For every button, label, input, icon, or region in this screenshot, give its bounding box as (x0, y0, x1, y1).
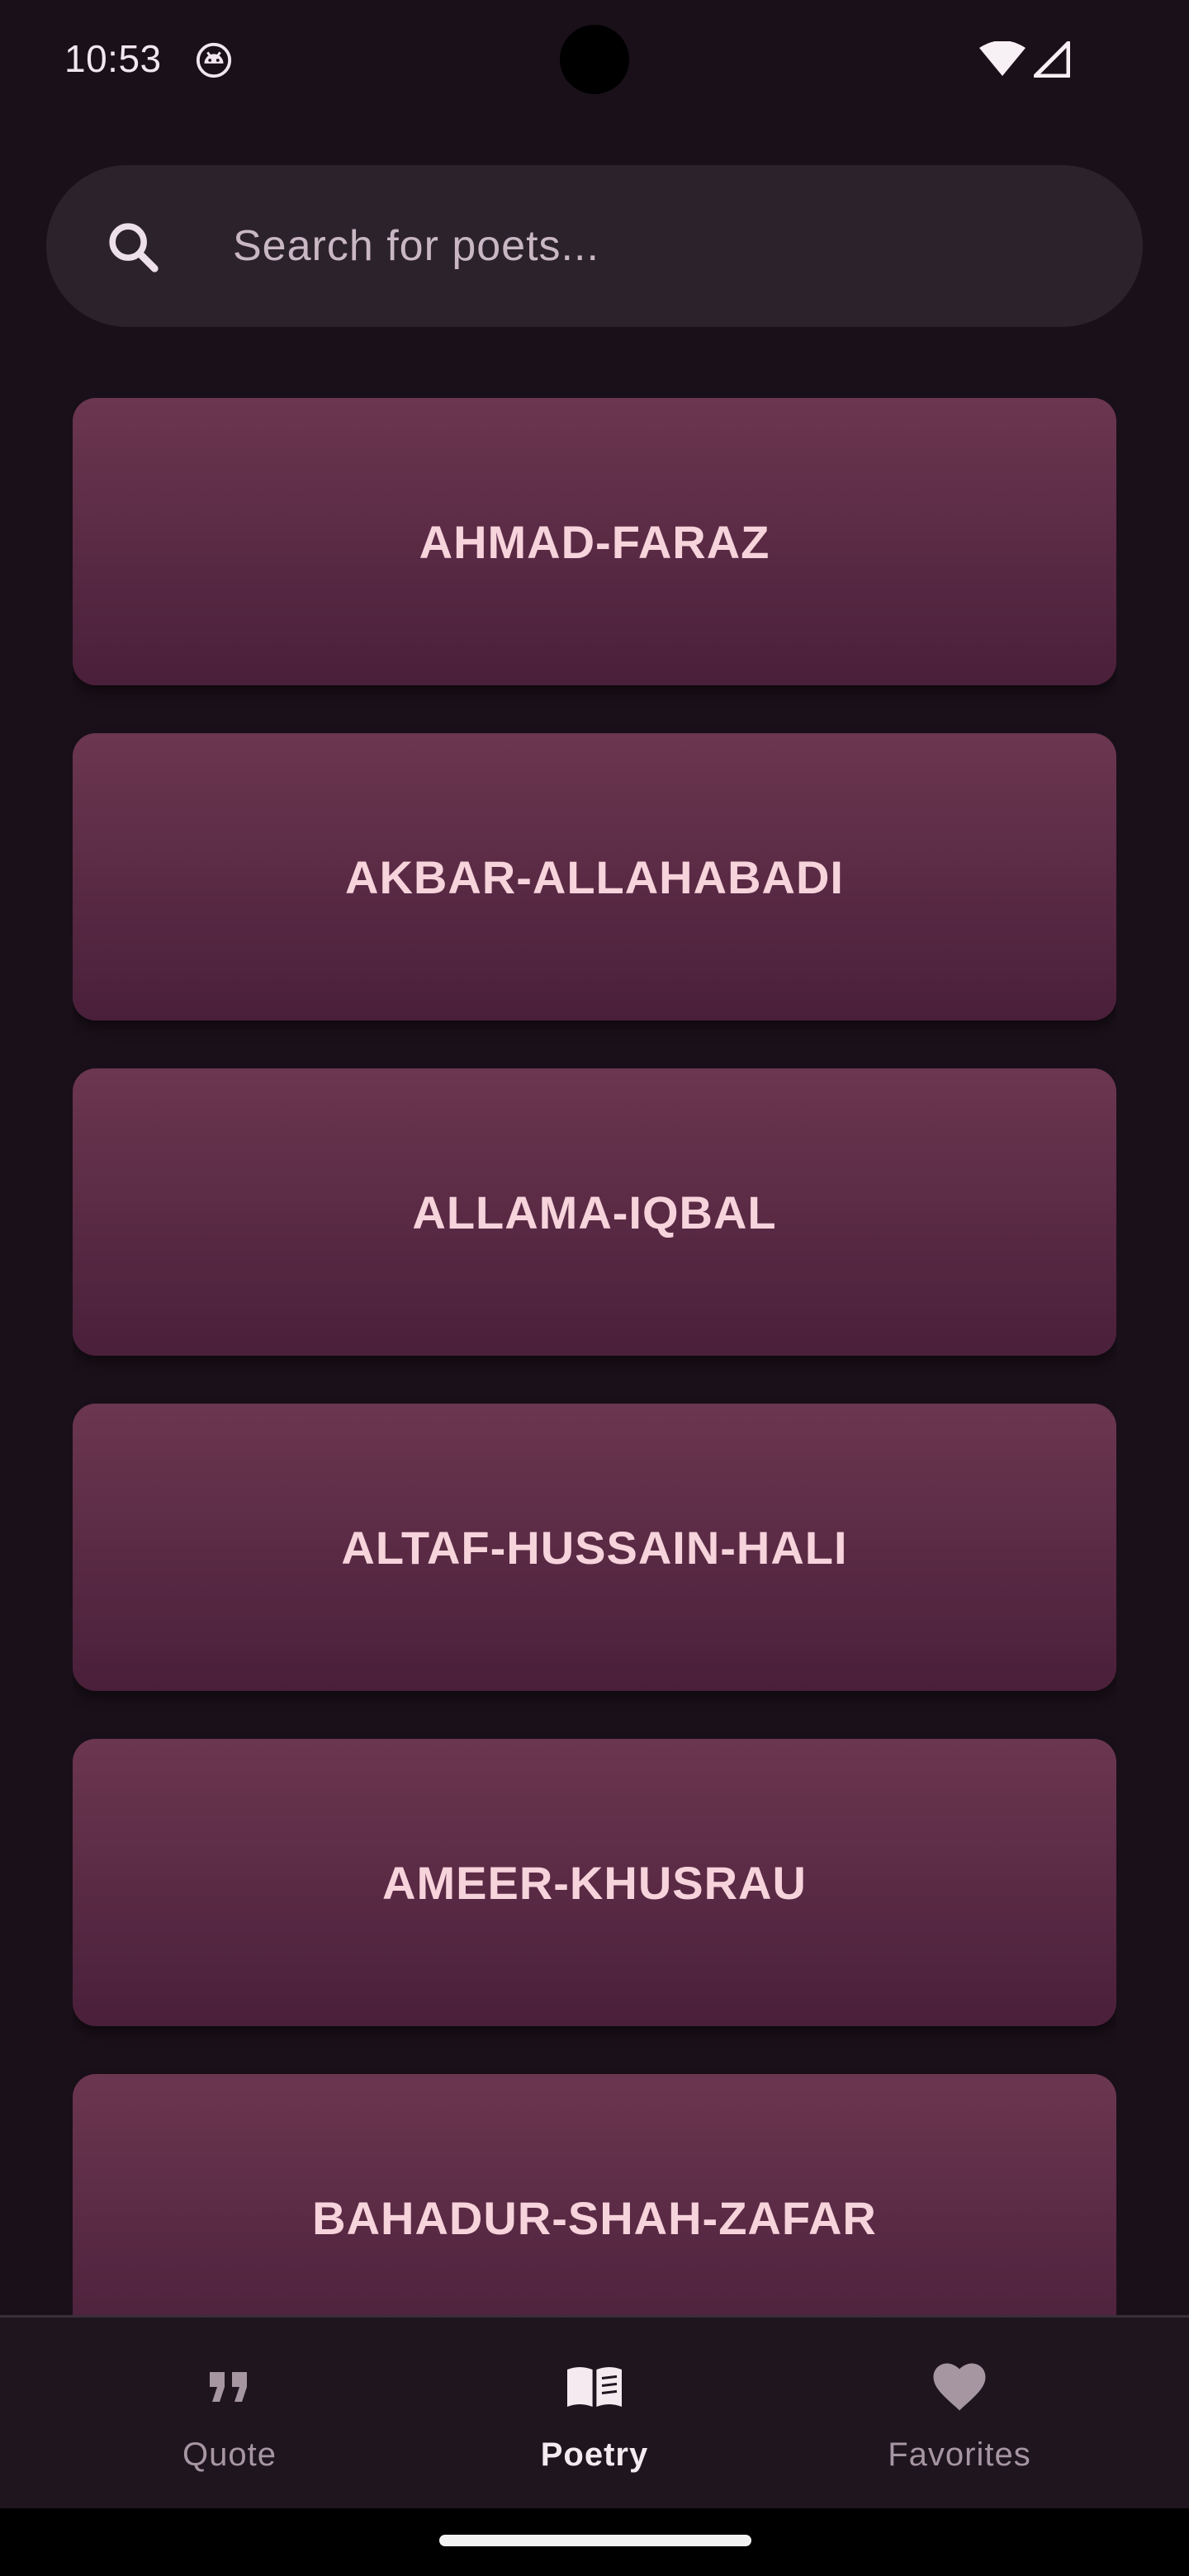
poet-name: ALTAF-HUSSAIN-HALI (341, 1521, 848, 1574)
wifi-icon (979, 41, 1026, 76)
nav-label-favorites: Favorites (888, 2436, 1031, 2473)
nav-label-poetry: Poetry (540, 2436, 649, 2473)
poet-name: AHMAD-FARAZ (419, 515, 770, 568)
poet-card-allama-iqbal[interactable]: ALLAMA-IQBAL (73, 1068, 1116, 1356)
poet-name: AMEER-KHUSRAU (382, 1856, 807, 1909)
nav-item-quote[interactable]: Quote (106, 2318, 353, 2511)
poet-card-ameer-khusrau[interactable]: AMEER-KHUSRAU (73, 1739, 1116, 2026)
poet-name: BAHADUR-SHAH-ZAFAR (312, 2191, 877, 2244)
poetry-screen: 10:53 AHMAD-FARAZ AKBAR-ALLAHABAD (0, 0, 1189, 2576)
poet-name: ALLAMA-IQBAL (412, 1186, 777, 1238)
heart-icon (933, 2363, 986, 2411)
poet-card-bahadur-shah-zafar[interactable]: BAHADUR-SHAH-ZAFAR (73, 2074, 1116, 2315)
status-bar: 10:53 (0, 0, 1189, 124)
poet-name: AKBAR-ALLAHABADI (345, 850, 844, 903)
nav-item-favorites[interactable]: Favorites (836, 2318, 1083, 2511)
poet-card-akbar-allahabadi[interactable]: AKBAR-ALLAHABADI (73, 733, 1116, 1020)
poet-card-altaf-hussain-hali[interactable]: ALTAF-HUSSAIN-HALI (73, 1404, 1116, 1691)
search-bar[interactable] (46, 165, 1143, 327)
cell-signal-icon (1034, 41, 1070, 78)
poet-list: AHMAD-FARAZ AKBAR-ALLAHABADI ALLAMA-IQBA… (73, 398, 1116, 2315)
nav-item-poetry[interactable]: Poetry (471, 2318, 718, 2511)
bottom-navigation: Quote Poetry Favorites (0, 2315, 1189, 2508)
camera-cutout (560, 25, 629, 94)
android-debug-icon (196, 42, 232, 78)
gesture-navigation-area (0, 2508, 1189, 2576)
status-time: 10:53 (64, 37, 162, 80)
nav-label-quote: Quote (182, 2436, 277, 2473)
quote-icon (210, 2372, 247, 2402)
open-book-icon (567, 2367, 622, 2407)
search-icon (109, 223, 159, 272)
poet-card-ahmad-faraz[interactable]: AHMAD-FARAZ (73, 398, 1116, 685)
home-gesture-handle[interactable] (439, 2535, 751, 2546)
search-input[interactable] (233, 198, 1092, 294)
